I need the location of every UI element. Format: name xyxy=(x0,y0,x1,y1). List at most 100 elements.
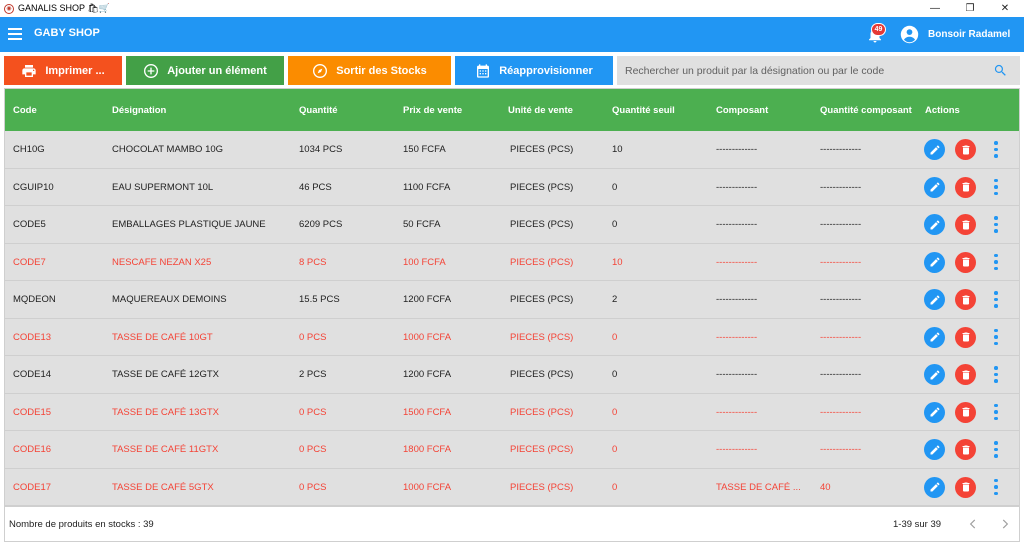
cell-component-qty: ------------- xyxy=(820,256,862,268)
edit-button[interactable] xyxy=(924,439,945,460)
delete-button[interactable] xyxy=(955,251,976,273)
more-vertical-icon[interactable] xyxy=(991,403,1001,422)
table-row[interactable]: MQDEON MAQUEREAUX DEMOINS 15.5 PCS 1200 … xyxy=(5,281,1019,319)
table-row[interactable]: CODE17 TASSE DE CAFÉ 5GTX 0 PCS 1000 FCF… xyxy=(5,468,1019,506)
delete-button[interactable] xyxy=(955,364,976,385)
cell-quantity: 46 PCS xyxy=(299,181,332,193)
edit-button[interactable] xyxy=(924,214,945,235)
user-avatar-icon[interactable] xyxy=(900,25,919,44)
search-input[interactable] xyxy=(625,64,985,77)
cell-unit: PIECES (PCS) xyxy=(510,369,574,380)
restore-button[interactable]: ❐ xyxy=(955,0,985,17)
edit-button[interactable] xyxy=(924,139,945,160)
edit-button[interactable] xyxy=(924,326,945,348)
cell-designation: EMBALLAGES PLASTIQUE JAUNE xyxy=(112,219,266,230)
table-row[interactable]: CODE15 TASSE DE CAFÉ 13GTX 0 PCS 1500 FC… xyxy=(5,393,1019,431)
col-component[interactable]: Composant xyxy=(716,89,768,131)
table-row[interactable]: CODE14 TASSE DE CAFÉ 12GTX 2 PCS 1200 FC… xyxy=(5,356,1019,394)
col-sale-unit[interactable]: Unité de vente xyxy=(508,89,573,131)
delete-button[interactable] xyxy=(955,476,976,498)
edit-button[interactable] xyxy=(924,364,945,385)
table-row[interactable]: CODE13 TASSE DE CAFÉ 10GT 0 PCS 1000 FCF… xyxy=(5,318,1019,356)
menu-icon[interactable] xyxy=(8,28,22,40)
delete-button[interactable] xyxy=(955,214,976,235)
edit-button[interactable] xyxy=(924,289,945,310)
cell-unit: PIECES (PCS) xyxy=(510,144,574,155)
user-greeting[interactable]: Bonsoir Radamel xyxy=(928,29,1010,40)
delete-button[interactable] xyxy=(955,401,976,423)
table-row[interactable]: CODE16 TASSE DE CAFÉ 11GTX 0 PCS 1800 FC… xyxy=(5,431,1019,469)
delete-button[interactable] xyxy=(955,326,976,348)
cell-code: CODE5 xyxy=(13,219,46,230)
cell-price: 1500 FCFA xyxy=(403,406,452,418)
delete-button[interactable] xyxy=(955,439,976,460)
cell-threshold: 0 xyxy=(612,181,618,193)
more-vertical-icon[interactable] xyxy=(991,253,1001,272)
col-sale-price[interactable]: Prix de vente xyxy=(403,89,462,131)
more-vertical-icon[interactable] xyxy=(991,140,1001,159)
table-row[interactable]: CGUIP10 EAU SUPERMONT 10L 46 PCS 1100 FC… xyxy=(5,168,1019,206)
edit-button[interactable] xyxy=(924,251,945,273)
cell-price: 1800 FCFA xyxy=(403,444,452,455)
more-vertical-icon[interactable] xyxy=(991,178,1001,197)
chevron-left-icon[interactable] xyxy=(966,517,980,531)
cell-designation: MAQUEREAUX DEMOINS xyxy=(112,294,227,305)
cell-code: CGUIP10 xyxy=(13,181,54,193)
more-vertical-icon[interactable] xyxy=(991,328,1001,347)
cell-component-qty: 40 xyxy=(820,481,831,493)
table-row[interactable]: CH10G CHOCOLAT MAMBO 10G 1034 PCS 150 FC… xyxy=(5,131,1019,169)
delete-button[interactable] xyxy=(955,289,976,310)
delete-button[interactable] xyxy=(955,176,976,198)
pencil-icon xyxy=(930,294,940,304)
print-label: Imprimer ... xyxy=(45,64,105,77)
cell-component-qty: ------------- xyxy=(820,406,862,418)
col-code[interactable]: Code xyxy=(13,89,37,131)
cell-component-qty: ------------- xyxy=(820,444,862,455)
minimize-button[interactable]: — xyxy=(920,0,950,17)
search-box xyxy=(617,56,1020,85)
add-item-button[interactable]: Ajouter un élément xyxy=(126,56,284,85)
table-row[interactable]: CODE5 EMBALLAGES PLASTIQUE JAUNE 6209 PC… xyxy=(5,206,1019,244)
cell-price: 1000 FCFA xyxy=(403,481,452,493)
more-vertical-icon[interactable] xyxy=(991,215,1001,234)
more-vertical-icon[interactable] xyxy=(991,290,1001,309)
edit-button[interactable] xyxy=(924,401,945,423)
cell-unit: PIECES (PCS) xyxy=(510,481,574,493)
app-title: GABY SHOP xyxy=(34,27,100,39)
cell-price: 1200 FCFA xyxy=(403,369,452,380)
edit-button[interactable] xyxy=(924,176,945,198)
cell-designation: CHOCOLAT MAMBO 10G xyxy=(112,144,224,155)
search-icon[interactable] xyxy=(993,63,1008,78)
more-vertical-icon[interactable] xyxy=(991,440,1001,459)
table-header: Code Désignation Quantité Prix de vente … xyxy=(5,89,1019,131)
cell-code: CODE13 xyxy=(13,331,52,343)
pencil-icon xyxy=(930,182,940,192)
cell-quantity: 0 PCS xyxy=(299,444,327,455)
table-row[interactable]: CODE7 NESCAFE NEZAN X25 8 PCS 100 FCFA P… xyxy=(5,243,1019,281)
col-threshold[interactable]: Quantité seuil xyxy=(612,89,675,131)
more-vertical-icon[interactable] xyxy=(991,478,1001,497)
col-component-qty[interactable]: Quantité composant xyxy=(820,89,912,131)
col-quantity[interactable]: Quantité xyxy=(299,89,338,131)
cell-unit: PIECES (PCS) xyxy=(510,181,574,193)
stock-out-label: Sortir des Stocks xyxy=(336,64,427,77)
more-vertical-icon[interactable] xyxy=(991,365,1001,384)
cell-price: 50 FCFA xyxy=(403,219,441,230)
cell-unit: PIECES (PCS) xyxy=(510,219,574,230)
product-count: Nombre de produits en stocks : 39 xyxy=(9,519,154,530)
edit-button[interactable] xyxy=(924,476,945,498)
col-designation[interactable]: Désignation xyxy=(112,89,166,131)
window-title: GANALIS SHOP 🛍🛒 xyxy=(18,3,110,13)
print-button[interactable]: Imprimer ... xyxy=(4,56,122,85)
delete-button[interactable] xyxy=(955,139,976,160)
cell-quantity: 6209 PCS xyxy=(299,219,343,230)
chevron-right-icon[interactable] xyxy=(998,517,1012,531)
restock-button[interactable]: Réapprovisionner xyxy=(455,56,613,85)
stock-out-button[interactable]: Sortir des Stocks xyxy=(288,56,451,85)
cell-quantity: 0 PCS xyxy=(299,481,327,493)
cell-component-qty: ------------- xyxy=(820,369,862,380)
cell-component: ------------- xyxy=(716,294,758,305)
cell-component: ------------- xyxy=(716,144,758,155)
app-bar: GABY SHOP 49 Bonsoir Radamel xyxy=(0,17,1024,52)
close-button[interactable]: ✕ xyxy=(990,0,1020,17)
